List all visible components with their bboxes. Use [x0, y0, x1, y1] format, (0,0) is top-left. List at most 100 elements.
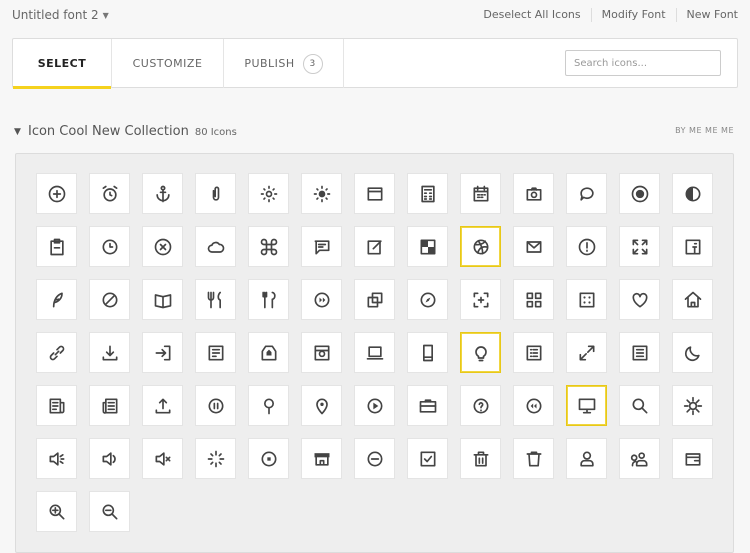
icon-tile-user[interactable] — [566, 438, 607, 479]
icon-tile-zoom-out[interactable] — [89, 491, 130, 532]
icon-tile-heart[interactable] — [619, 279, 660, 320]
icon-tile-question-circle[interactable] — [460, 385, 501, 426]
icon-tile-brightness[interactable] — [248, 173, 289, 214]
icon-tile-stop-circle[interactable] — [248, 438, 289, 479]
icon-tile-speech-bubble[interactable] — [566, 173, 607, 214]
icon-tile-tag[interactable] — [248, 332, 289, 373]
icon-tile-monitor[interactable] — [566, 385, 607, 426]
icon-tile-calendar[interactable] — [460, 173, 501, 214]
icon-tile-exclamation-circle[interactable] — [566, 226, 607, 267]
calculator-icon — [420, 185, 435, 202]
fast-forward-icon — [314, 292, 329, 307]
icon-tile-store[interactable] — [301, 438, 342, 479]
icon-tile-play-circle[interactable] — [354, 385, 395, 426]
icon-tile-checker[interactable] — [407, 226, 448, 267]
tab-publish[interactable]: PUBLISH 3 — [224, 39, 344, 88]
user-icon — [579, 451, 594, 466]
icon-tile-newspaper[interactable] — [36, 385, 77, 426]
store-icon — [314, 452, 329, 466]
icon-tile-sign-in[interactable] — [142, 332, 183, 373]
icon-tile-browser-window[interactable] — [354, 173, 395, 214]
icon-tile-volume-low[interactable] — [36, 438, 77, 479]
icon-tile-list[interactable] — [513, 332, 554, 373]
icon-tile-check-square[interactable] — [407, 438, 448, 479]
icon-tile-users[interactable] — [619, 438, 660, 479]
icon-tile-mute[interactable] — [142, 438, 183, 479]
icon-tile-trash[interactable] — [460, 438, 501, 479]
icon-tile-forbidden[interactable] — [89, 279, 130, 320]
laptop-icon — [366, 345, 383, 360]
icon-tile-newspaper-2[interactable] — [89, 385, 130, 426]
icon-tile-pause-circle[interactable] — [195, 385, 236, 426]
icon-tile-command[interactable] — [248, 226, 289, 267]
icon-tile-location[interactable] — [301, 385, 342, 426]
icon-tile-focus-frame[interactable] — [460, 279, 501, 320]
icon-tile-cutlery-2[interactable] — [248, 279, 289, 320]
icon-tile-clipboard[interactable] — [36, 226, 77, 267]
icon-tile-inbox[interactable] — [195, 332, 236, 373]
icon-tile-edit[interactable] — [354, 226, 395, 267]
icon-tile-anchor[interactable] — [142, 173, 183, 214]
icon-tile-trash-2[interactable] — [513, 438, 554, 479]
icon-tile-loading[interactable] — [195, 438, 236, 479]
collection-name: Icon Cool New Collection — [28, 124, 189, 139]
icon-tile-chat-message[interactable] — [301, 226, 342, 267]
icon-tile-mobile[interactable] — [407, 332, 448, 373]
modify-font-link[interactable]: Modify Font — [590, 8, 676, 22]
icon-tile-copy[interactable] — [354, 279, 395, 320]
icon-tile-volume[interactable] — [89, 438, 130, 479]
icon-tile-laptop[interactable] — [354, 332, 395, 373]
icon-tile-cutlery[interactable] — [195, 279, 236, 320]
icon-tile-link[interactable] — [36, 332, 77, 373]
collapse-triangle-icon[interactable]: ▼ — [14, 127, 21, 137]
icon-tile-close-circle[interactable] — [142, 226, 183, 267]
icon-tile-compass[interactable] — [407, 279, 448, 320]
icon-tile-moon[interactable] — [672, 332, 713, 373]
icon-tile-alarm-clock[interactable] — [89, 173, 130, 214]
inbox-icon — [208, 345, 223, 360]
icon-tile-zoom-in[interactable] — [36, 491, 77, 532]
icon-tile-book-open[interactable] — [142, 279, 183, 320]
icon-tile-lightbulb[interactable] — [460, 332, 501, 373]
collection-title[interactable]: Icon Cool New Collection 80 Icons — [28, 124, 237, 139]
icon-tile-search[interactable] — [619, 385, 660, 426]
icon-tile-expand[interactable] — [566, 332, 607, 373]
deselect-all-link[interactable]: Deselect All Icons — [473, 8, 590, 22]
icon-tile-minus-circle[interactable] — [354, 438, 395, 479]
icon-tile-grid[interactable] — [513, 279, 554, 320]
icon-tile-wallet[interactable] — [672, 438, 713, 479]
icon-tile-camera[interactable] — [513, 173, 554, 214]
icon-tile-download[interactable] — [89, 332, 130, 373]
publish-count-badge: 3 — [302, 53, 323, 74]
collection-author[interactable]: BY ME ME ME — [675, 126, 734, 135]
speech-bubble-icon — [579, 186, 594, 201]
tab-select[interactable]: SELECT — [13, 39, 112, 89]
icon-tile-dice[interactable] — [566, 279, 607, 320]
icon-tile-fast-forward[interactable] — [301, 279, 342, 320]
icon-tile-rewind[interactable] — [513, 385, 554, 426]
icon-tile-map-pin[interactable] — [248, 385, 289, 426]
new-font-link[interactable]: New Font — [675, 8, 738, 22]
icon-tile-fullscreen[interactable] — [619, 226, 660, 267]
icon-tile-settings[interactable] — [672, 385, 713, 426]
icon-tile-home[interactable] — [672, 279, 713, 320]
icon-tile-cloud[interactable] — [195, 226, 236, 267]
icon-tile-record[interactable] — [619, 173, 660, 214]
icon-tile-facebook[interactable] — [672, 226, 713, 267]
icon-tile-plus-circle[interactable] — [36, 173, 77, 214]
search-input[interactable]: Search icons... — [565, 50, 721, 76]
icon-tile-calculator[interactable] — [407, 173, 448, 214]
icon-tile-dribbble[interactable] — [460, 226, 501, 267]
icon-tile-upload[interactable] — [142, 385, 183, 426]
icon-tile-instagram[interactable] — [301, 332, 342, 373]
icon-tile-briefcase[interactable] — [407, 385, 448, 426]
font-name-dropdown[interactable]: Untitled font 2 ▼ — [12, 8, 109, 22]
icon-tile-document-list[interactable] — [619, 332, 660, 373]
icon-tile-contrast[interactable] — [672, 173, 713, 214]
icon-tile-envelope[interactable] — [513, 226, 554, 267]
icon-tile-paperclip[interactable] — [195, 173, 236, 214]
tab-customize[interactable]: CUSTOMIZE — [112, 39, 224, 88]
icon-tile-clock[interactable] — [89, 226, 130, 267]
icon-tile-sun[interactable] — [301, 173, 342, 214]
icon-tile-feather[interactable] — [36, 279, 77, 320]
